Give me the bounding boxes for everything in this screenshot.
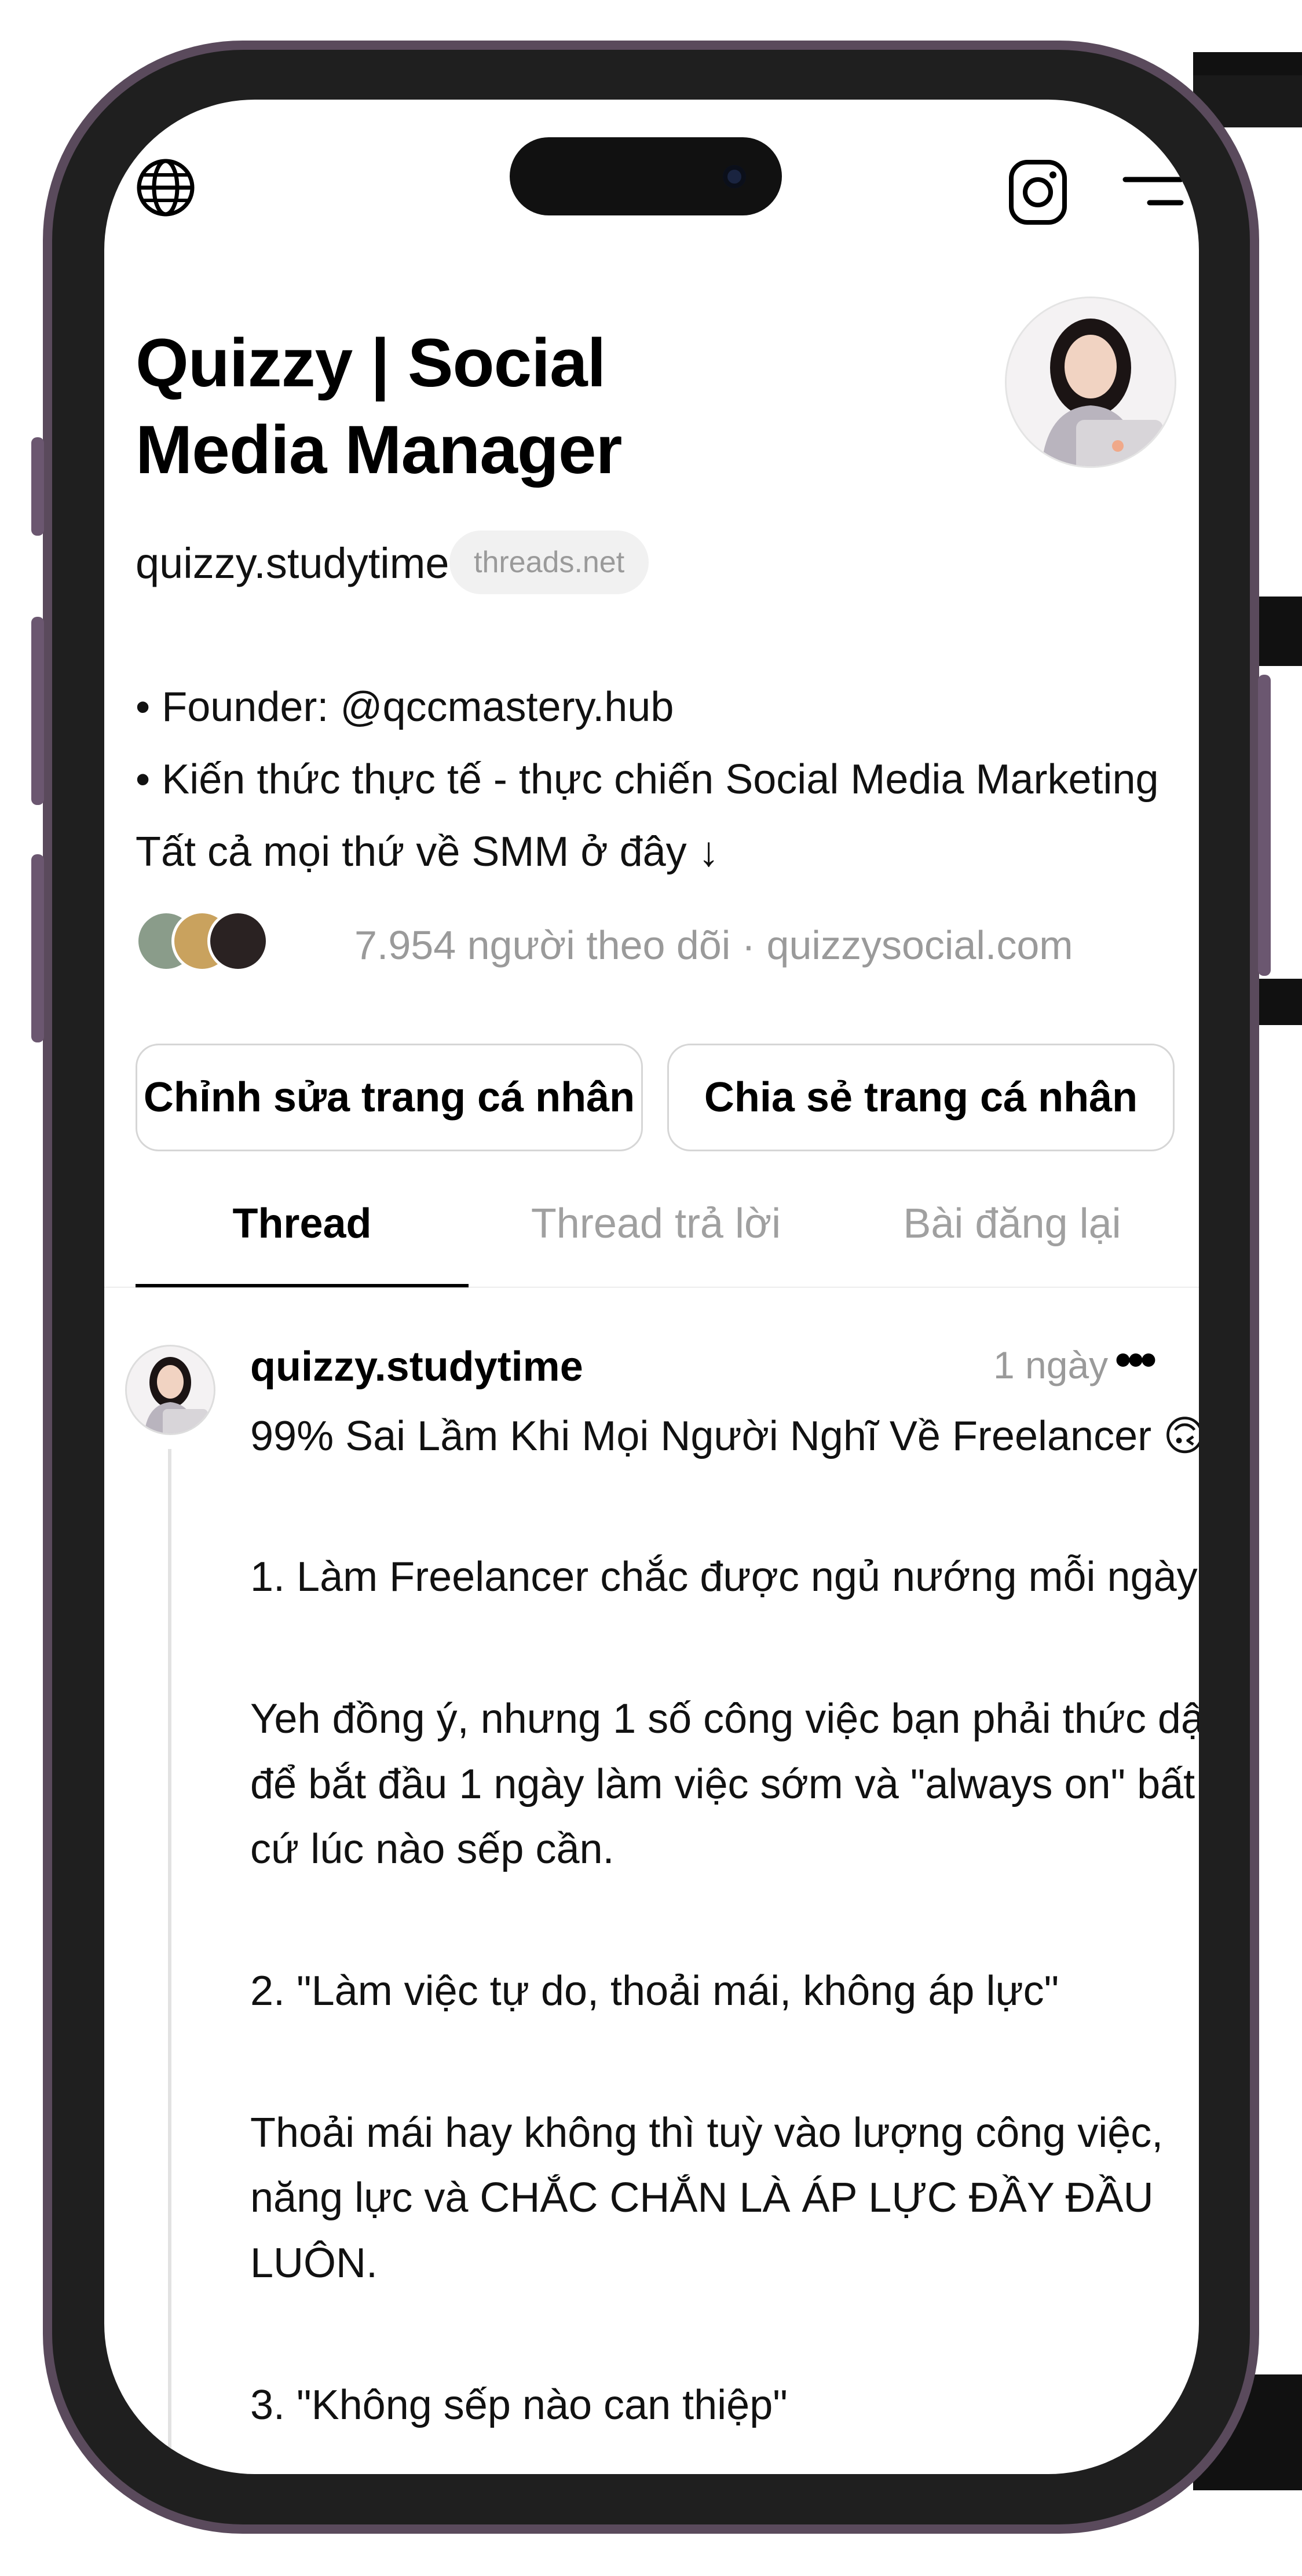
action-button [31, 437, 44, 536]
post-text-line: 1. Làm Freelancer chắc được ngủ nướng mỗ… [250, 1554, 1198, 1600]
profile-handle: quizzy.studytime [136, 539, 449, 587]
profile-avatar[interactable] [1005, 297, 1176, 468]
profile-avatar-image [1007, 298, 1175, 466]
post-text-line: 2. "Làm việc tự do, thoải mái, không áp … [250, 1968, 1059, 2014]
post-text-line: 99% Sai Lầm Khi Mọi Người Nghĩ Về Freela… [250, 1413, 1199, 1459]
phone-screen: Quizzy | Social Media Manager quizzy.stu… [104, 100, 1199, 2474]
profile-name: Quizzy | Social Media Manager [136, 320, 773, 493]
front-camera [723, 165, 746, 188]
tab-thread-replies[interactable]: Thread trả lời [489, 1200, 822, 1247]
post-author-avatar-image [127, 1346, 214, 1433]
background-bar [1193, 52, 1302, 75]
globe-icon[interactable] [136, 158, 196, 218]
dynamic-island [510, 137, 782, 215]
share-profile-button[interactable]: Chia sẻ trang cá nhân [667, 1044, 1175, 1151]
post-text-line: 3. "Không sếp nào can thiệp" [250, 2382, 788, 2428]
bio-line: • Kiến thức thực tế - thực chiến Social … [136, 756, 1159, 803]
power-button [1258, 675, 1271, 976]
post-author-avatar[interactable] [125, 1345, 215, 1435]
threads-net-badge[interactable]: threads.net [449, 530, 649, 594]
volume-up-button [31, 617, 44, 805]
post-text-line: Thoải mái hay không thì tuỳ vào lượng cô… [250, 2110, 1164, 2156]
more-options-icon[interactable]: ••• [1115, 1333, 1157, 1386]
edit-profile-button[interactable]: Chỉnh sửa trang cá nhân [136, 1044, 643, 1151]
bio-line: • Founder: @qccmastery.hub [136, 684, 674, 730]
menu-icon[interactable] [1121, 169, 1184, 215]
tab-active-indicator [136, 1284, 469, 1287]
post-timestamp: 1 ngày [993, 1344, 1109, 1386]
profile-name-line2: Media Manager [136, 412, 622, 488]
post-text-line: để bắt đầu 1 ngày làm việc sớm và "alway… [250, 1761, 1195, 1807]
followers-count-link[interactable]: 7.954 người theo dõi · quizzysocial.com [354, 922, 1073, 968]
post-text-line: cứ lúc nào sếp cần. [250, 1826, 615, 1872]
follower-avatar [207, 910, 269, 972]
bio-line: Tất cả mọi thứ về SMM ở đây ↓ [136, 829, 719, 875]
post-text-line: năng lực và CHẮC CHẮN LÀ ÁP LỰC ĐẦY ĐẦU [250, 2175, 1154, 2221]
post-text-line: Yeh đồng ý, nhưng 1 số công việc bạn phả… [250, 1696, 1199, 1742]
post-username[interactable]: quizzy.studytime [250, 1343, 583, 1391]
post-text-line: LUÔN. [250, 2240, 378, 2286]
tab-reposts[interactable]: Bài đăng lại [846, 1200, 1179, 1247]
tab-thread[interactable]: Thread [136, 1200, 469, 1247]
instagram-icon[interactable] [1008, 158, 1068, 226]
profile-name-line1: Quizzy | Social [136, 325, 606, 401]
thread-connector-line [168, 1449, 171, 2474]
volume-down-button [31, 854, 44, 1042]
